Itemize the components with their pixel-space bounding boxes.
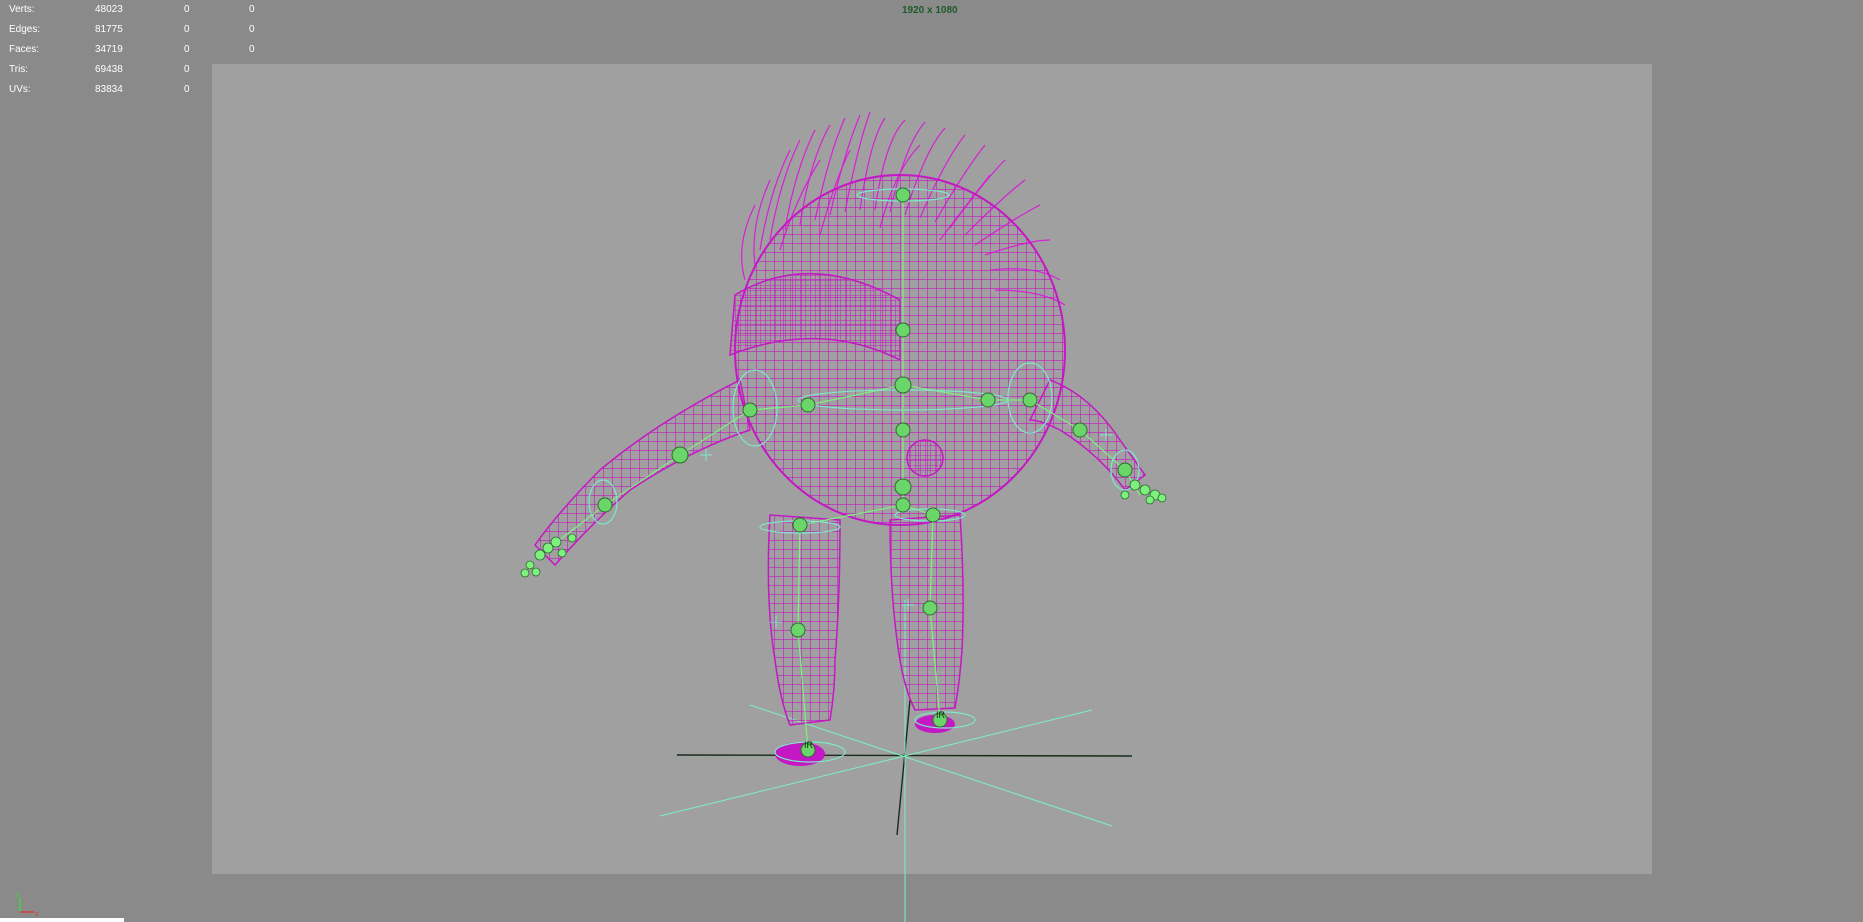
view-axis-indicator: y x [16, 892, 39, 918]
scene-canvas[interactable]: IR IR [0, 0, 1863, 922]
ik-handle-left[interactable]: IR [804, 740, 814, 750]
character-mesh[interactable] [534, 111, 1147, 766]
axis-label-x: x [35, 911, 39, 918]
ik-handle-right[interactable]: IR [936, 710, 946, 720]
status-strip [0, 918, 124, 922]
left-leg [767, 514, 841, 726]
axis-label-y: y [16, 892, 20, 899]
left-arm [534, 378, 751, 567]
viewport-panel[interactable]: Verts: 48023 0 0 Edges: 81775 0 0 Faces:… [0, 0, 1863, 922]
pocket-detail [906, 439, 944, 477]
ground-grid [659, 600, 1133, 922]
